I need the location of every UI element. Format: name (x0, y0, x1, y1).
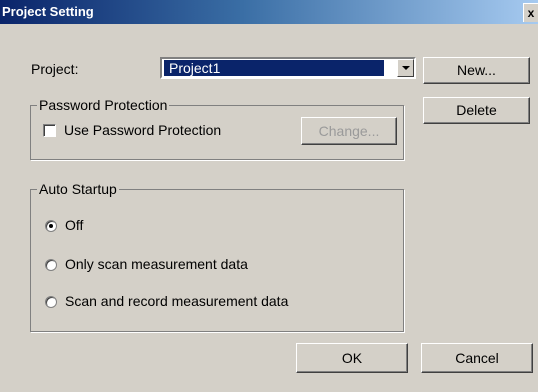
new-button[interactable]: New... (423, 57, 530, 84)
radio-only-scan[interactable] (45, 259, 57, 271)
radio-scan-and-record-label[interactable]: Scan and record measurement data (65, 293, 288, 309)
title-bar[interactable]: Project Setting x (0, 0, 538, 24)
password-checkbox[interactable] (43, 124, 56, 137)
change-password-button[interactable]: Change... (301, 117, 397, 145)
password-checkbox-label[interactable]: Use Password Protection (64, 122, 221, 138)
project-label: Project: (31, 61, 79, 77)
ok-button[interactable]: OK (296, 343, 408, 373)
radio-scan-and-record[interactable] (45, 296, 57, 308)
auto-startup-legend: Auto Startup (37, 181, 119, 197)
close-icon[interactable]: x (523, 3, 538, 22)
project-dropdown-value: Project1 (164, 60, 384, 76)
delete-button[interactable]: Delete (423, 97, 530, 124)
project-dropdown[interactable]: Project1 (160, 57, 416, 79)
chevron-down-icon[interactable] (397, 59, 414, 77)
radio-off[interactable] (45, 220, 57, 232)
radio-only-scan-label[interactable]: Only scan measurement data (65, 256, 248, 272)
radio-off-label[interactable]: Off (65, 217, 83, 233)
cancel-button[interactable]: Cancel (421, 343, 533, 373)
window-title: Project Setting (2, 4, 94, 19)
password-protection-legend: Password Protection (37, 97, 170, 113)
